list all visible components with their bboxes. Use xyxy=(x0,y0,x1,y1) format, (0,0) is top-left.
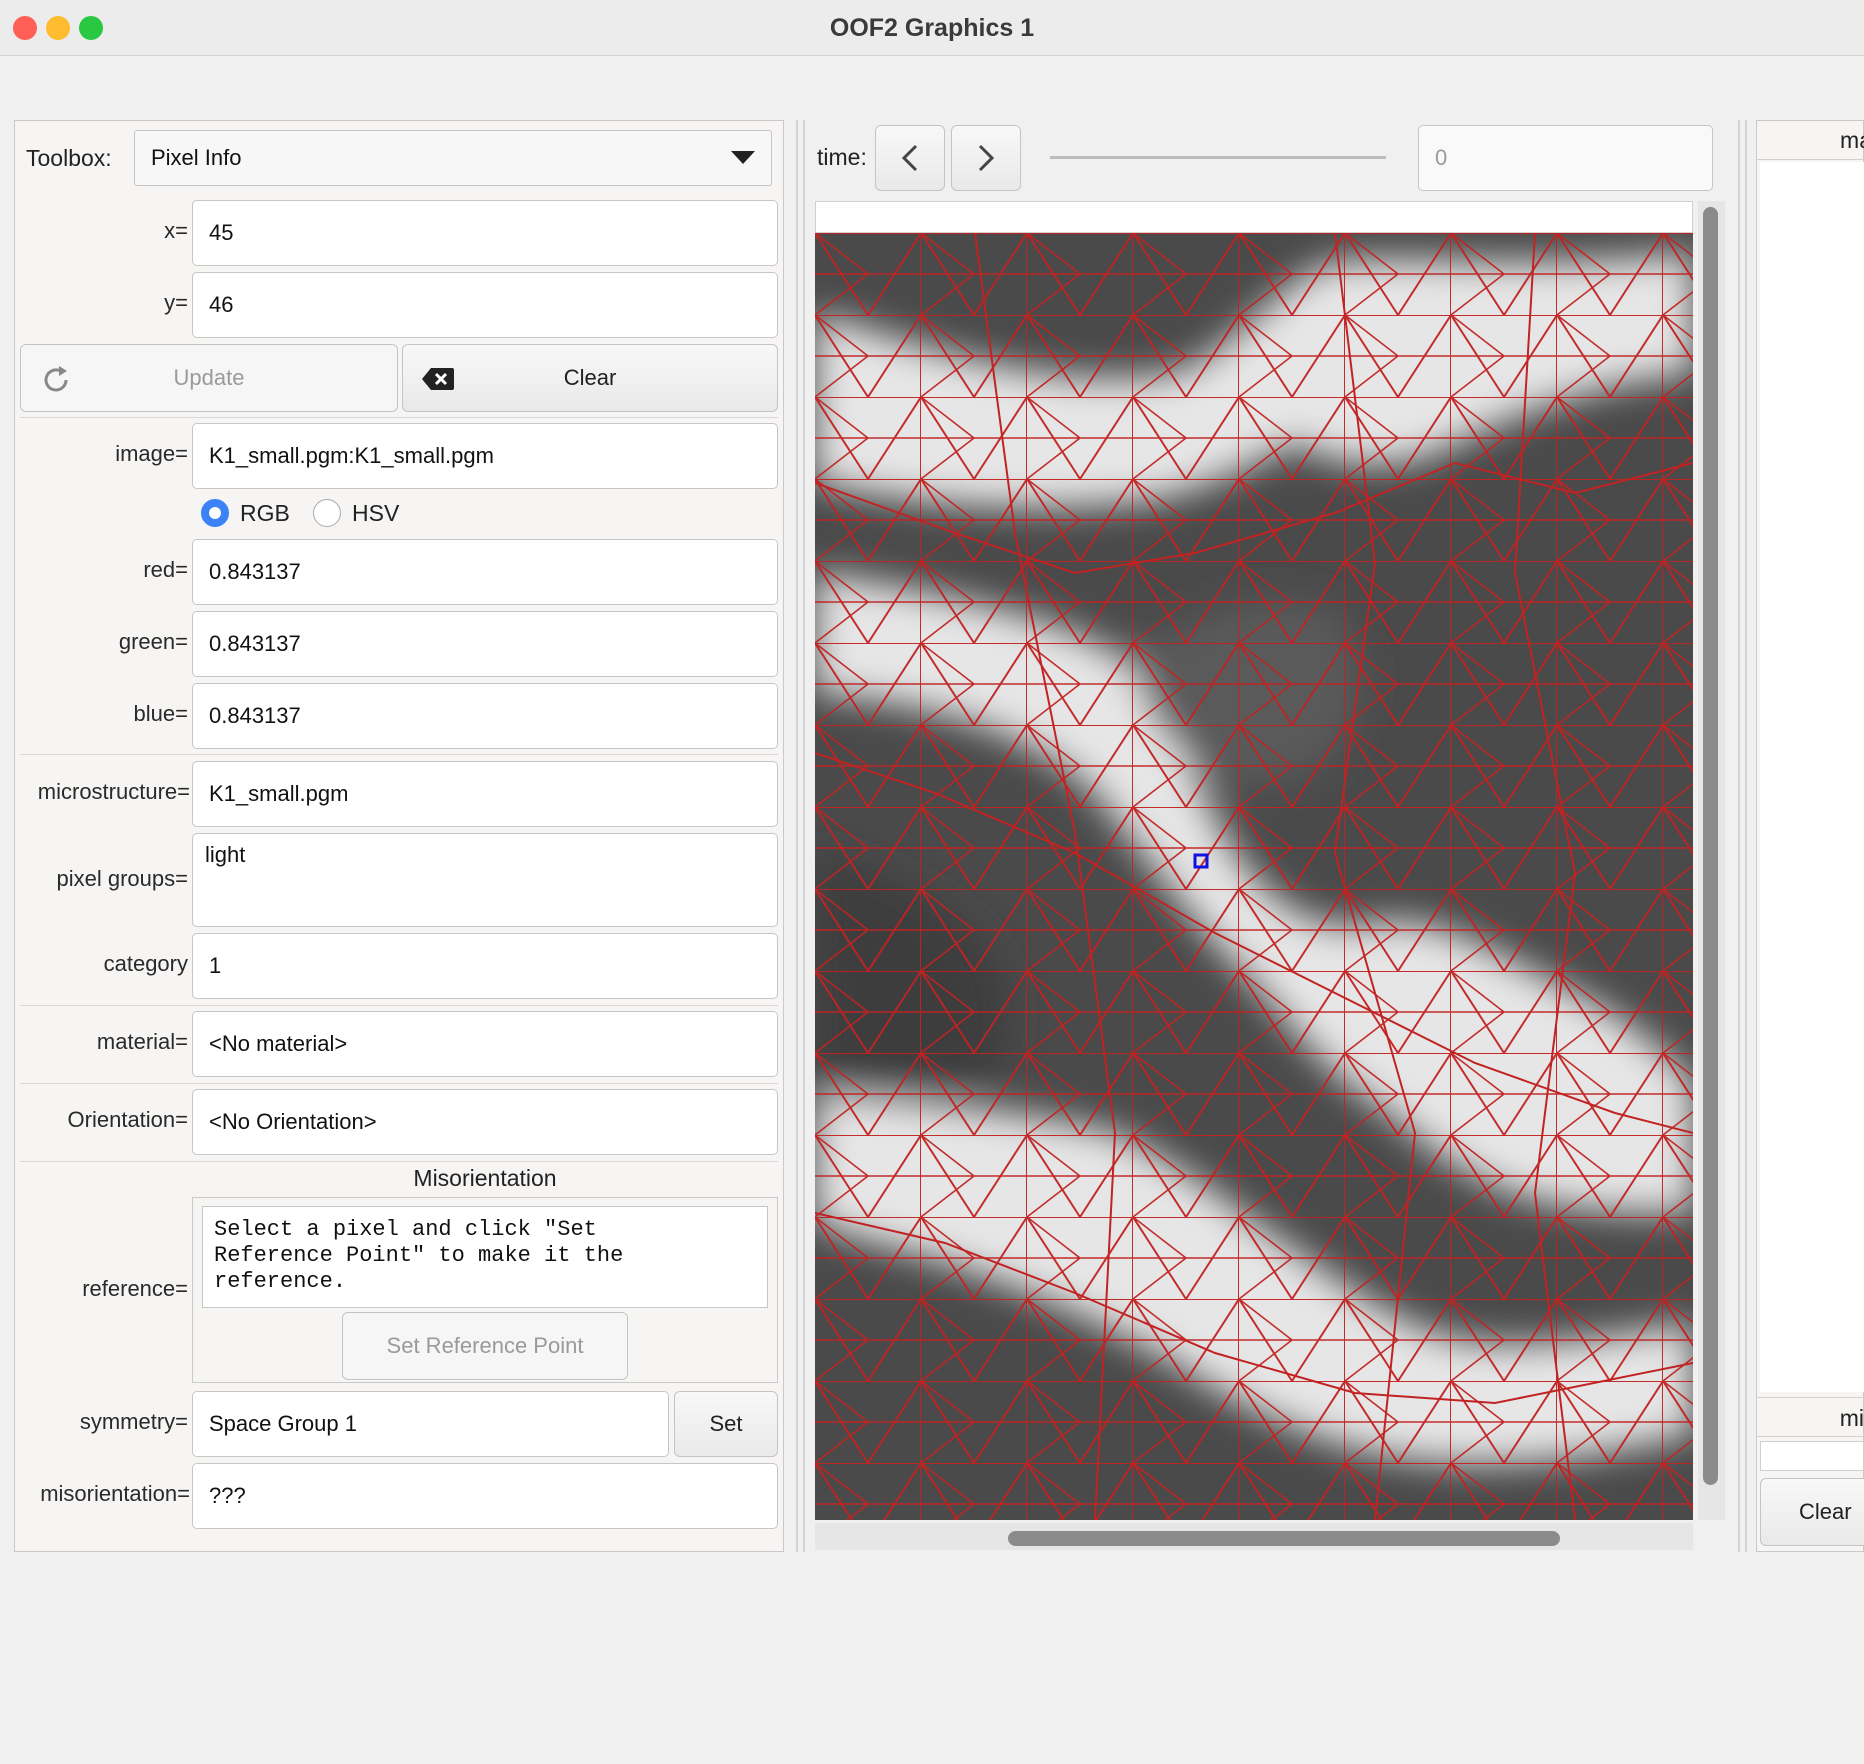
clear-button-label: Clear xyxy=(563,365,617,390)
separator xyxy=(20,417,778,418)
mesh-image xyxy=(815,233,1693,1520)
y-label: y= xyxy=(164,290,188,315)
window-title: OOF2 Graphics 1 xyxy=(829,14,1035,42)
right-panel-bottom-label: mi xyxy=(1839,1405,1864,1431)
separator xyxy=(20,1083,778,1084)
rgb-radio[interactable] xyxy=(201,499,229,527)
x-field[interactable]: 45 xyxy=(192,200,778,266)
symmetry-field[interactable]: Space Group 1 xyxy=(192,1391,669,1457)
set-reference-point-button[interactable]: Set Reference Point xyxy=(342,1312,628,1380)
symmetry-set-button[interactable]: Set xyxy=(674,1391,778,1457)
toolbox-label: Toolbox: xyxy=(26,145,112,171)
backspace-icon xyxy=(422,368,454,390)
red-field[interactable]: 0.843137 xyxy=(192,539,778,605)
vertical-scrollbar-thumb[interactable] xyxy=(1703,207,1718,1485)
update-button[interactable]: Update xyxy=(20,344,398,412)
time-slider[interactable] xyxy=(1050,156,1386,159)
misorientation-header: Misorientation xyxy=(413,1165,557,1191)
hsv-radio[interactable] xyxy=(313,499,341,527)
blue-field[interactable]: 0.843137 xyxy=(192,683,778,749)
blue-label: blue= xyxy=(133,701,188,726)
update-button-label: Update xyxy=(173,365,245,390)
hsv-radio-label[interactable]: HSV xyxy=(352,497,399,529)
chevron-left-icon xyxy=(901,144,918,172)
refresh-icon xyxy=(44,366,68,392)
pane-divider[interactable] xyxy=(1738,120,1740,1552)
pixel-groups-field[interactable]: light xyxy=(192,833,778,927)
image-field[interactable]: K1_small.pgm:K1_small.pgm xyxy=(192,423,778,489)
pane-divider[interactable] xyxy=(803,120,805,1552)
misorientation-value-label: misorientation= xyxy=(40,1481,190,1506)
green-field[interactable]: 0.843137 xyxy=(192,611,778,677)
right-panel-clear-button[interactable]: Clear xyxy=(1760,1478,1864,1546)
right-panel-list[interactable] xyxy=(1760,162,1864,1392)
horizontal-scrollbar-thumb[interactable] xyxy=(1008,1531,1560,1546)
chevron-right-icon xyxy=(978,144,995,172)
x-label: x= xyxy=(164,218,188,243)
pane-divider[interactable] xyxy=(796,120,798,1552)
toolbox-select[interactable]: Pixel Info xyxy=(134,130,772,186)
y-field[interactable]: 46 xyxy=(192,272,778,338)
reference-text: Select a pixel and click "Set Reference … xyxy=(202,1206,768,1308)
right-panel-top-label: ma xyxy=(1840,127,1864,153)
red-label: red= xyxy=(143,557,188,582)
dropdown-arrow-icon xyxy=(731,151,755,164)
misorientation-field[interactable]: ??? xyxy=(192,1463,778,1529)
separator xyxy=(20,754,778,755)
microstructure-field[interactable]: K1_small.pgm xyxy=(192,761,778,827)
right-panel-bottom-header: mi xyxy=(1756,1397,1864,1437)
symmetry-label: symmetry= xyxy=(79,1409,188,1434)
orientation-label: Orientation= xyxy=(67,1107,188,1132)
separator xyxy=(20,1005,778,1006)
microstructure-label: microstructure= xyxy=(37,779,190,804)
canvas-top-strip xyxy=(815,201,1693,233)
right-panel-field[interactable] xyxy=(1760,1441,1864,1471)
right-panel-top-header: ma xyxy=(1756,120,1864,160)
orientation-field[interactable]: <No Orientation> xyxy=(192,1089,778,1155)
pane-divider[interactable] xyxy=(1745,120,1747,1552)
category-field[interactable]: 1 xyxy=(192,933,778,999)
rgb-radio-label[interactable]: RGB xyxy=(240,497,290,529)
material-field[interactable]: <No material> xyxy=(192,1011,778,1077)
clear-button[interactable]: Clear xyxy=(402,344,778,412)
pixel-groups-label: pixel groups= xyxy=(56,866,188,891)
reference-label: reference= xyxy=(82,1276,188,1301)
category-label: category xyxy=(103,951,188,976)
time-label: time: xyxy=(817,144,867,170)
mesh-canvas[interactable] xyxy=(815,233,1693,1520)
material-label: material= xyxy=(96,1029,188,1054)
time-field[interactable]: 0 xyxy=(1418,125,1713,191)
time-next-button[interactable] xyxy=(951,125,1021,191)
time-prev-button[interactable] xyxy=(875,125,945,191)
image-label: image= xyxy=(115,441,188,466)
green-label: green= xyxy=(118,629,188,654)
toolbox-select-value: Pixel Info xyxy=(151,145,242,170)
